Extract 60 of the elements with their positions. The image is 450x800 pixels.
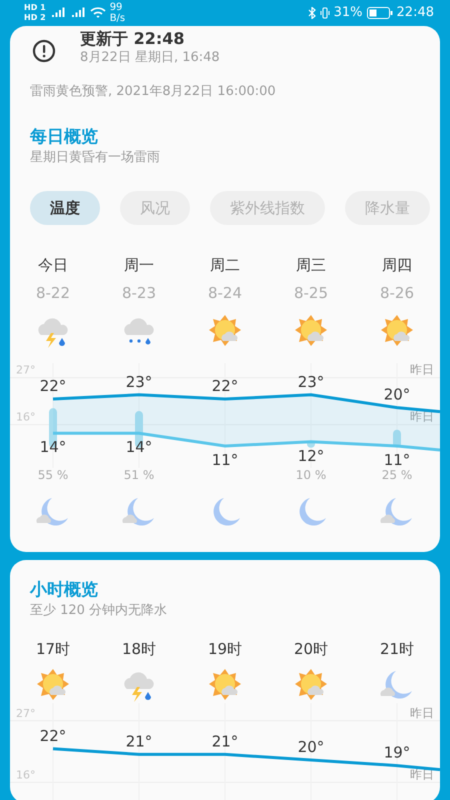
vibrate-icon <box>320 7 330 19</box>
temp-label: 23° <box>298 372 324 391</box>
signal-icon <box>70 7 86 19</box>
temp-label: 20° <box>298 738 324 756</box>
temp-label: 11° <box>384 451 410 468</box>
day-name: 周一 <box>123 257 155 273</box>
temp-label: 22° <box>40 377 66 396</box>
day-date: 8-24 <box>206 285 244 301</box>
network-unit: B/s <box>110 13 126 24</box>
day-name: 今日 <box>37 257 69 273</box>
status-time: 22:48 <box>396 4 434 22</box>
temp-label: 22° <box>40 726 66 745</box>
daily-title: 每日概览 <box>29 126 99 147</box>
temp-label: 12° <box>298 446 324 465</box>
hour-label: 18时 <box>120 641 158 657</box>
hourly-title: 小时概览 <box>28 579 99 600</box>
hour-label: 19时 <box>206 641 244 657</box>
sim-label: HD 1 <box>24 3 46 13</box>
day-name: 周二 <box>209 257 241 273</box>
alert-text: 雷雨黄色预警, 2021年8月22日 16:00:00 <box>29 83 277 100</box>
temp-label: 21° <box>212 732 238 750</box>
temp-label: 21° <box>126 732 152 750</box>
tab-chip[interactable]: 温度 <box>30 191 100 225</box>
battery-percent: 31% <box>334 4 363 22</box>
hour-label: 20时 <box>292 641 330 657</box>
sim-label: HD 2 <box>24 13 46 23</box>
update-subtitle: 8月22日 星期日, 16:48 <box>80 50 220 66</box>
hour-label: 17时 <box>34 641 72 657</box>
signal-icon <box>50 7 66 19</box>
hour-label: 21时 <box>378 641 416 657</box>
reference-label: 昨日 <box>410 706 434 720</box>
battery-icon <box>366 7 393 19</box>
precipitation-chance: 55 % <box>36 468 70 482</box>
reference-label: 昨日 <box>410 363 434 377</box>
precipitation-chance: 51 % <box>122 468 156 482</box>
day-date: 8-26 <box>378 285 416 301</box>
temp-label: 14° <box>126 438 152 456</box>
temp-label: 23° <box>126 372 152 391</box>
day-date: 8-25 <box>292 285 330 301</box>
temp-label: 22° <box>212 377 238 396</box>
day-name: 周四 <box>381 257 413 273</box>
wifi-icon <box>90 7 106 19</box>
temp-label: 19° <box>384 744 410 762</box>
network-speed: 99 <box>110 2 124 13</box>
hourly-subtitle: 至少 120 分钟内无降水 <box>29 602 168 619</box>
temp-label: 11° <box>212 451 238 468</box>
tab-chip[interactable]: 降水量 <box>345 191 430 225</box>
precipitation-chance: 10 % <box>294 468 328 482</box>
day-date: 8-23 <box>120 285 158 301</box>
daily-subtitle: 星期日黄昏有一场雷雨 <box>29 149 161 166</box>
day-date: 8-22 <box>34 285 72 301</box>
day-name: 周三 <box>295 257 327 273</box>
temp-label: 14° <box>40 438 66 456</box>
tab-chip[interactable]: 风况 <box>120 191 190 225</box>
bluetooth-icon <box>308 7 316 19</box>
precipitation-chance: 25 % <box>380 468 414 482</box>
tab-chip[interactable]: 紫外线指数 <box>210 191 325 225</box>
temp-label: 20° <box>384 386 410 404</box>
update-title: 更新于 22:48 <box>80 30 186 48</box>
alert-icon <box>32 39 56 63</box>
